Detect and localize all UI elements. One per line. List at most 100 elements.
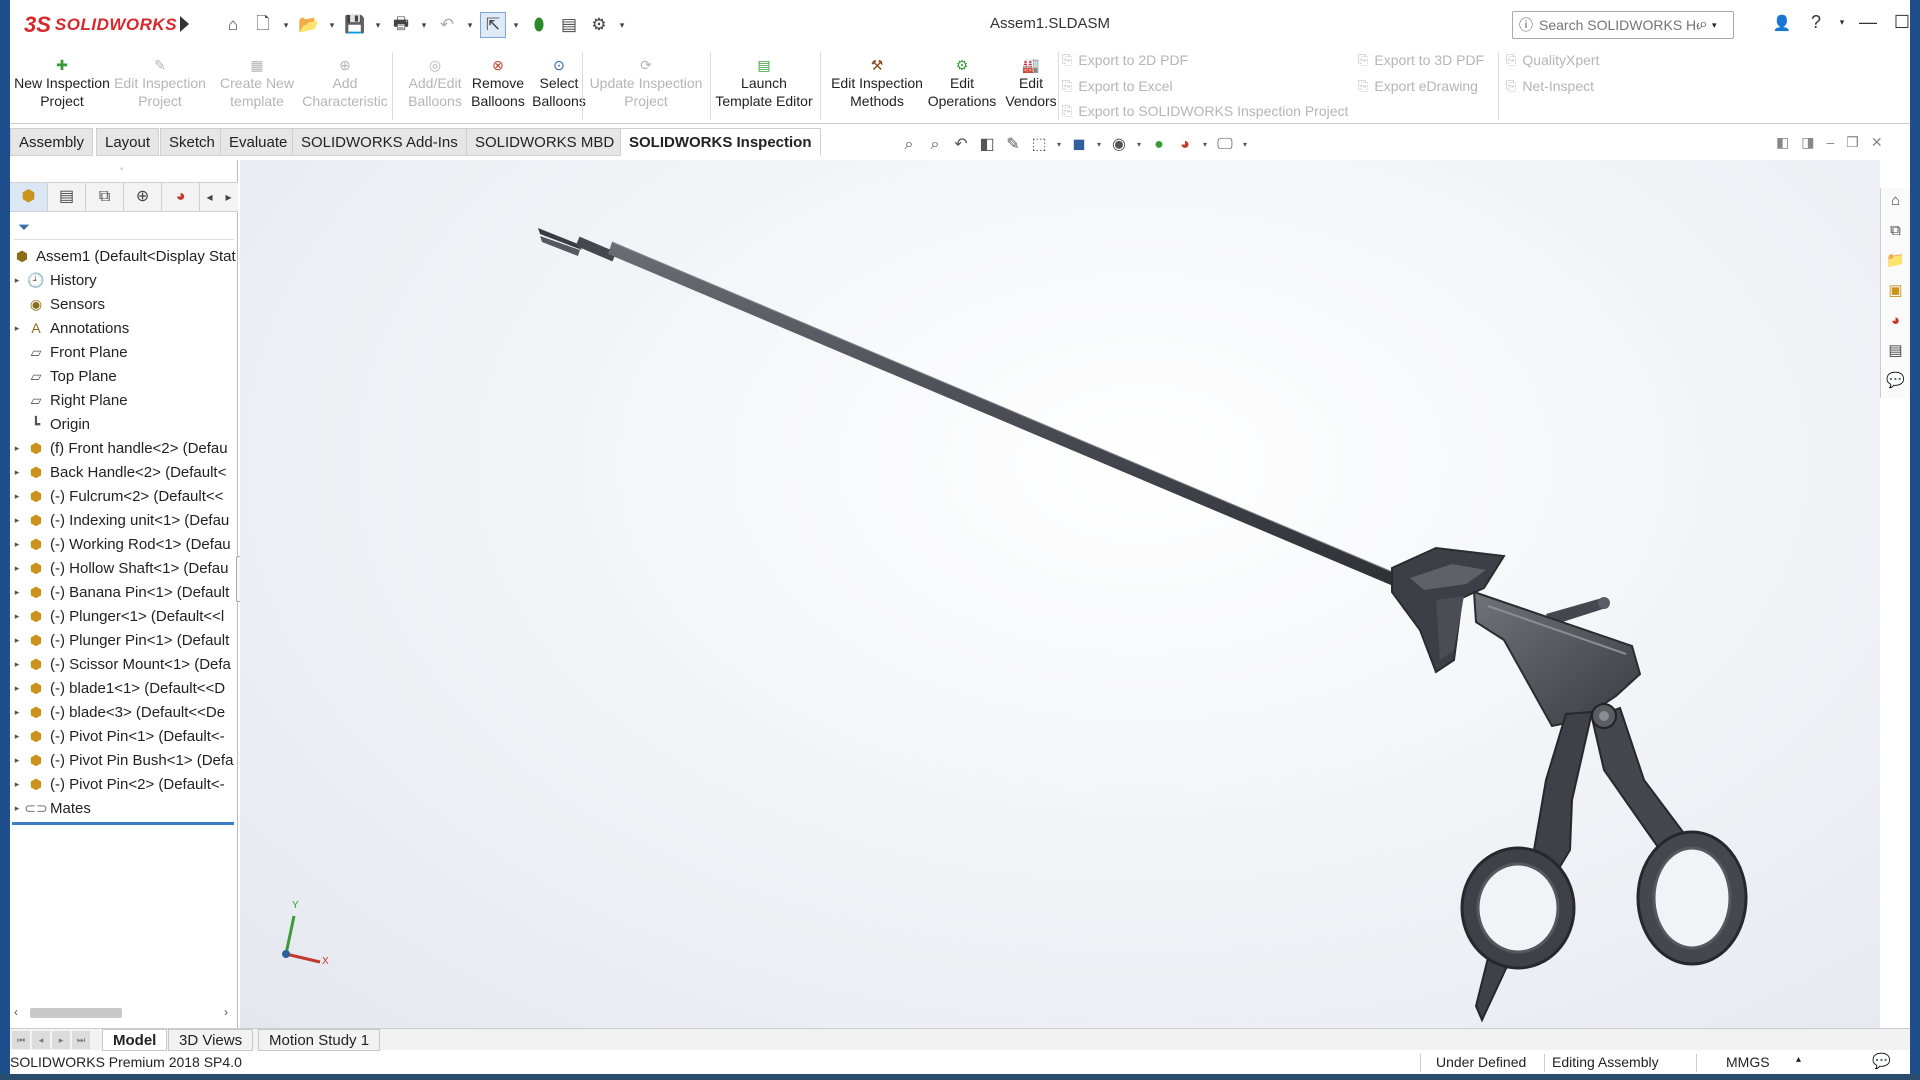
help-question-icon[interactable]: ? (1804, 12, 1828, 33)
view-settings-icon[interactable]: 🖵 (1214, 134, 1236, 156)
hollow-shaft[interactable] (608, 241, 1403, 588)
quick-tips-icon[interactable]: 💬 (1872, 1052, 1891, 1070)
save-icon[interactable]: 💾 (342, 12, 368, 38)
graphics-area[interactable]: Y X (240, 160, 1880, 1028)
tree-item[interactable]: ▱ Right Plane (10, 388, 238, 412)
unit-system[interactable]: MMGS (1726, 1054, 1770, 1070)
scissor-jaws[interactable] (538, 228, 617, 262)
previous-view-icon[interactable]: ↶ (950, 134, 972, 156)
create-new-template-button[interactable]: ▦ Create New template (216, 58, 298, 110)
tree-item[interactable]: ▱ Front Plane (10, 340, 238, 364)
tree-item[interactable]: ▸ ⬢ (-) Banana Pin<1> (Default (10, 580, 238, 604)
expand-arrow-icon[interactable]: ▸ (10, 659, 24, 670)
select-dropdown-icon[interactable]: ▾ (510, 12, 522, 38)
add-characteristic-button[interactable]: ⊕ Add Characteristic (302, 58, 388, 110)
front-handle[interactable] (1460, 710, 1594, 1023)
featuremanager-tab-icon[interactable]: ⬢ (10, 183, 49, 211)
hide-show-dropdown-icon[interactable]: ▾ (1134, 134, 1144, 156)
expand-arrow-icon[interactable]: ▸ (10, 323, 24, 334)
edit-inspection-methods-button[interactable]: ⚒ Edit Inspection Methods (820, 58, 934, 110)
tree-rollback-bar[interactable] (12, 822, 234, 825)
doc-close-icon[interactable]: ✕ (1871, 134, 1883, 151)
file-explorer-icon[interactable]: 📁 (1884, 250, 1908, 272)
open-dropdown-icon[interactable]: ▾ (326, 12, 338, 38)
print-dropdown-icon[interactable]: ▾ (418, 12, 430, 38)
next-tab-icon[interactable]: ▸ (52, 1031, 70, 1049)
tree-item[interactable]: ▸ ⬢ (-) Pivot Pin<2> (Default<- (10, 772, 238, 796)
tree-item[interactable]: ▸ ⬢ (-) Plunger<1> (Default<<l (10, 604, 238, 628)
display-style-dropdown-icon[interactable]: ▾ (1094, 134, 1104, 156)
rebuild-icon[interactable]: ⬮ (526, 12, 552, 38)
undo-dropdown-icon[interactable]: ▾ (464, 12, 476, 38)
export-2d-pdf-button[interactable]: ⎘ Export to 2D PDF (1062, 52, 1188, 68)
new-document-icon[interactable]: 🗋 (250, 12, 276, 38)
tab-solidworks-addins[interactable]: SOLIDWORKS Add-Ins (292, 128, 467, 156)
custom-properties-icon[interactable]: ▤ (1884, 340, 1908, 362)
doc-restore-icon[interactable]: ❐ (1846, 134, 1859, 151)
dynamic-annotation-icon[interactable]: ✎ (1002, 134, 1024, 156)
expand-arrow-icon[interactable]: ▸ (10, 491, 24, 502)
qualityxpert-button[interactable]: ⎘ QualityXpert (1506, 52, 1599, 68)
expand-arrow-icon[interactable]: ▸ (10, 731, 24, 742)
pivot-pin[interactable] (1591, 703, 1617, 729)
options-icon[interactable]: ⚙ (586, 12, 612, 38)
tile-right-icon[interactable]: ◨ (1801, 134, 1814, 151)
launch-template-editor-button[interactable]: ▤ Launch Template Editor (712, 58, 816, 110)
expand-arrow-icon[interactable]: ▸ (10, 443, 24, 454)
dimxpertmanager-tab-icon[interactable]: ⊕ (124, 183, 163, 211)
edit-operations-button[interactable]: ⚙ Edit Operations (924, 58, 1000, 110)
help-dropdown-icon[interactable]: ▾ (1838, 17, 1846, 28)
expand-arrow-icon[interactable]: ▸ (10, 683, 24, 694)
new-inspection-project-button[interactable]: ✚ New Inspection Project (14, 58, 110, 110)
expand-arrow-icon[interactable]: ▸ (10, 611, 24, 622)
tree-filter-icon[interactable]: ⏷ (14, 216, 234, 240)
view-orientation-dropdown-icon[interactable]: ▾ (1054, 134, 1064, 156)
tree-item[interactable]: ▸ ⬢ (-) Hollow Shaft<1> (Defau (10, 556, 238, 580)
forum-icon[interactable]: 💬 (1884, 370, 1908, 392)
pane-grip-icon[interactable]: ◦ (120, 164, 124, 175)
doc-minimize-icon[interactable]: – (1826, 134, 1834, 151)
tree-item[interactable]: ▸ ⊂⊃ Mates (10, 796, 238, 820)
expand-arrow-icon[interactable]: ▸ (10, 755, 24, 766)
export-3d-pdf-button[interactable]: ⎘ Export to 3D PDF (1358, 52, 1484, 68)
tree-item[interactable]: ▸ ⬢ (-) Scissor Mount<1> (Defa (10, 652, 238, 676)
file-properties-icon[interactable]: ▤ (556, 12, 582, 38)
tile-left-icon[interactable]: ◧ (1776, 134, 1789, 151)
expand-arrow-icon[interactable]: ▸ (10, 275, 24, 286)
update-inspection-project-button[interactable]: ⟳ Update Inspection Project (586, 58, 706, 110)
open-icon[interactable]: 📂 (296, 12, 322, 38)
tab-motion-study[interactable]: Motion Study 1 (258, 1029, 381, 1051)
tree-item[interactable]: ▸ ⬢ (-) Working Rod<1> (Defau (10, 532, 238, 556)
tree-item[interactable]: ▸ 🕘 History (10, 268, 238, 292)
export-edrawing-button[interactable]: ⎘ Export eDrawing (1358, 78, 1478, 94)
minimize-icon[interactable]: — (1856, 12, 1880, 33)
expand-arrow-icon[interactable]: ▸ (10, 539, 24, 550)
configurationmanager-tab-icon[interactable]: ⧉ (86, 183, 125, 211)
units-dropdown-icon[interactable]: ▴ (1796, 1054, 1801, 1065)
tab-layout[interactable]: Layout (96, 128, 160, 156)
scroll-left-icon[interactable]: ‹ (14, 1005, 18, 1019)
back-handle[interactable] (1590, 706, 1748, 966)
view-orientation-icon[interactable]: ⬚ (1028, 134, 1050, 156)
prev-tab-icon[interactable]: ◂ (32, 1031, 50, 1049)
tree-item[interactable]: ▸ A Annotations (10, 316, 238, 340)
edit-inspection-project-button[interactable]: ✎ Edit Inspection Project (114, 58, 206, 110)
surgical-scissors-model[interactable] (240, 160, 1880, 1028)
undo-icon[interactable]: ↶ (434, 12, 460, 38)
new-dropdown-icon[interactable]: ▾ (280, 12, 292, 38)
menu-expand-arrow-icon[interactable] (180, 16, 189, 32)
tab-assembly[interactable]: Assembly (10, 128, 94, 156)
tree-item[interactable]: ◉ Sensors (10, 292, 238, 316)
tab-solidworks-inspection[interactable]: SOLIDWORKS Inspection (620, 128, 821, 156)
expand-arrow-icon[interactable]: ▸ (10, 563, 24, 574)
scroll-right-icon[interactable]: › (224, 1005, 228, 1019)
tab-sketch[interactable]: Sketch (160, 128, 224, 156)
apply-scene-dropdown-icon[interactable]: ▾ (1200, 134, 1210, 156)
help-search-box[interactable]: ⓘ ⌕ ▾ (1512, 11, 1734, 39)
edit-appearance-icon[interactable]: ● (1148, 134, 1170, 156)
design-library-icon[interactable]: ⧉ (1884, 220, 1908, 242)
propertymanager-tab-icon[interactable]: ▤ (48, 183, 87, 211)
tree-item[interactable]: ▸ ⬢ (f) Front handle<2> (Defau (10, 436, 238, 460)
tab-evaluate[interactable]: Evaluate (220, 128, 297, 156)
tab-solidworks-mbd[interactable]: SOLIDWORKS MBD (466, 128, 624, 156)
